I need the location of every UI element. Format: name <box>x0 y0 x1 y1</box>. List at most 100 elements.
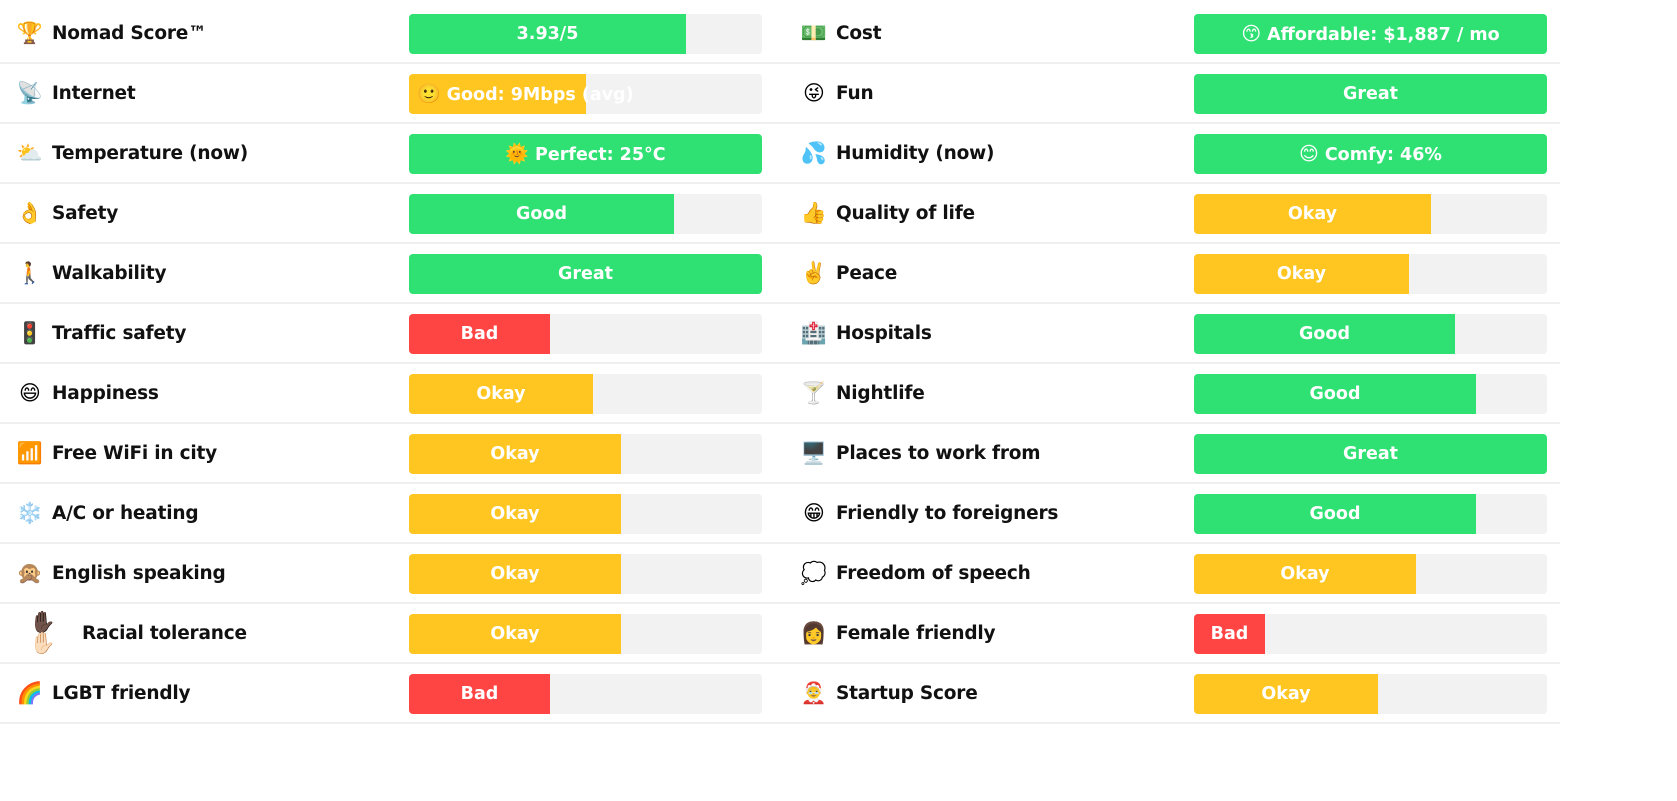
score-key: ✌️ Peace <box>800 244 897 302</box>
score-value: 3.93/5 <box>409 14 686 54</box>
score-bar: Good <box>1194 374 1547 414</box>
score-label: Nomad Score™ <box>52 22 207 44</box>
score-key: ❄️ A/C or heating <box>16 484 199 542</box>
score-row-cost[interactable]: 💵 Cost 😙 Affordable: $1,887 / mo <box>780 4 1560 64</box>
score-bar: Okay <box>409 374 762 414</box>
score-row-hospitals[interactable]: 🏥 Hospitals Good <box>780 304 1560 364</box>
score-label: Cost <box>836 22 882 44</box>
ok-hand-icon: 👌 <box>16 200 44 225</box>
hospital-icon: 🏥 <box>800 320 828 345</box>
score-key: 💵 Cost <box>800 4 882 62</box>
score-value: Bad <box>409 314 550 354</box>
score-label: Walkability <box>52 262 167 284</box>
score-key: 🏥 Hospitals <box>800 304 932 362</box>
score-key: 🙊 English speaking <box>16 544 226 602</box>
score-value: Okay <box>409 614 621 654</box>
score-key: 😄 Happiness <box>16 364 159 422</box>
score-key: 😁 Friendly to foreigners <box>800 484 1058 542</box>
score-label: Safety <box>52 202 119 224</box>
score-value-text: 3.93/5 <box>516 24 579 44</box>
score-label: LGBT friendly <box>52 682 191 704</box>
score-key: 🌈 LGBT friendly <box>16 664 191 722</box>
score-row-peace[interactable]: ✌️ Peace Okay <box>780 244 1560 304</box>
cocktail-glass-icon: 🍸 <box>800 380 828 405</box>
score-value-text: Great <box>1342 444 1399 464</box>
score-row-internet[interactable]: 📡 Internet 🙂 Good: 9Mbps (avg) <box>0 64 780 124</box>
score-bar: Bad <box>1194 614 1547 654</box>
score-bar: Great <box>1194 434 1547 474</box>
score-bar: 3.93/5 <box>409 14 762 54</box>
score-row-english-speaking[interactable]: 🙊 English speaking Okay <box>0 544 780 604</box>
score-row-a-c-or-heating[interactable]: ❄️ A/C or heating Okay <box>0 484 780 544</box>
score-row-startup-score[interactable]: 🤶 Startup Score Okay <box>780 664 1560 724</box>
score-label: Places to work from <box>836 442 1041 464</box>
score-row-female-friendly[interactable]: 👩 Female friendly Bad <box>780 604 1560 664</box>
score-value-text: Okay <box>1261 684 1311 704</box>
score-value-text: Good: 9Mbps (avg) <box>446 85 634 105</box>
sun-behind-cloud-icon: ⛅ <box>16 140 44 165</box>
score-row-traffic-safety[interactable]: 🚦 Traffic safety Bad <box>0 304 780 364</box>
score-key: 🖥️ Places to work from <box>800 424 1041 482</box>
score-value-text: Comfy: 46% <box>1324 145 1442 165</box>
score-row-free-wifi-in-city[interactable]: 📶 Free WiFi in city Okay <box>0 424 780 484</box>
score-label: Fun <box>836 82 874 104</box>
score-value-text: Okay <box>490 564 540 584</box>
score-value-text: Great <box>1342 84 1399 104</box>
score-value: Okay <box>1194 674 1378 714</box>
score-value-text: Okay <box>490 504 540 524</box>
score-label: Nightlife <box>836 382 925 404</box>
score-row-temperature-now[interactable]: ⛅ Temperature (now) 🌞 Perfect: 25°C <box>0 124 780 184</box>
score-row-friendly-to-foreigners[interactable]: 😁 Friendly to foreigners Good <box>780 484 1560 544</box>
score-row-freedom-of-speech[interactable]: 💭 Freedom of speech Okay <box>780 544 1560 604</box>
score-bar: Okay <box>1194 194 1547 234</box>
score-key: 👌 Safety <box>16 184 118 242</box>
score-bar: Okay <box>1194 254 1547 294</box>
score-value: Good <box>1194 494 1476 534</box>
score-key: 😜 Fun <box>800 64 874 122</box>
score-value: Okay <box>409 554 621 594</box>
speech-balloon-icon: 💭 <box>800 560 828 585</box>
score-label: Peace <box>836 262 898 284</box>
score-value-text: Great <box>557 264 614 284</box>
score-value-text: Good <box>1309 504 1361 524</box>
score-bar: Good <box>1194 314 1547 354</box>
signal-bars-icon: 📶 <box>16 440 44 465</box>
victory-hand-icon: ✌️ <box>800 260 828 285</box>
score-row-humidity-now[interactable]: 💦 Humidity (now) 😊 Comfy: 46% <box>780 124 1560 184</box>
score-row-quality-of-life[interactable]: 👍 Quality of life Okay <box>780 184 1560 244</box>
score-row-nightlife[interactable]: 🍸 Nightlife Good <box>780 364 1560 424</box>
score-key: 🚦 Traffic safety <box>16 304 187 362</box>
score-key: 💭 Freedom of speech <box>800 544 1031 602</box>
score-label: Female friendly <box>836 622 996 644</box>
score-value: Bad <box>1194 614 1265 654</box>
score-row-fun[interactable]: 😜 Fun Great <box>780 64 1560 124</box>
score-row-racial-tolerance[interactable]: ✋🏿✋🏻 Racial tolerance Okay <box>0 604 780 664</box>
score-label: Humidity (now) <box>836 142 995 164</box>
score-row-safety[interactable]: 👌 Safety Good <box>0 184 780 244</box>
score-value-text: Okay <box>1276 264 1327 284</box>
score-bar: Great <box>1194 74 1547 114</box>
score-label: Free WiFi in city <box>52 442 218 464</box>
score-row-nomad-score[interactable]: 🏆 Nomad Score™ 3.93/5 <box>0 4 780 64</box>
tongue-face-icon: 😜 <box>803 80 825 105</box>
score-value: Bad <box>409 674 550 714</box>
score-key: 📡 Internet <box>16 64 136 122</box>
score-key: 🏆 Nomad Score™ <box>16 4 207 62</box>
score-bar: Okay <box>1194 554 1547 594</box>
score-value-text: Okay <box>476 384 526 404</box>
snowflake-icon: ❄️ <box>16 500 44 525</box>
score-bar: 😊 Comfy: 46% <box>1194 134 1547 174</box>
score-row-happiness[interactable]: 😄 Happiness Okay <box>0 364 780 424</box>
score-value: Good <box>1194 374 1476 414</box>
score-row-places-to-work-from[interactable]: 🖥️ Places to work from Great <box>780 424 1560 484</box>
score-bar: Bad <box>409 674 762 714</box>
score-row-lgbt-friendly[interactable]: 🌈 LGBT friendly Bad <box>0 664 780 724</box>
score-value-text: Okay <box>490 444 540 464</box>
score-value: Okay <box>409 434 621 474</box>
value-icon: 😊 <box>1299 143 1319 165</box>
score-label: Temperature (now) <box>52 142 248 164</box>
dollar-banknote-icon: 💵 <box>800 20 828 45</box>
score-bar: Okay <box>409 434 762 474</box>
score-row-walkability[interactable]: 🚶 Walkability Great <box>0 244 780 304</box>
raised-hands-icon: ✋🏿✋🏻 <box>29 610 59 655</box>
